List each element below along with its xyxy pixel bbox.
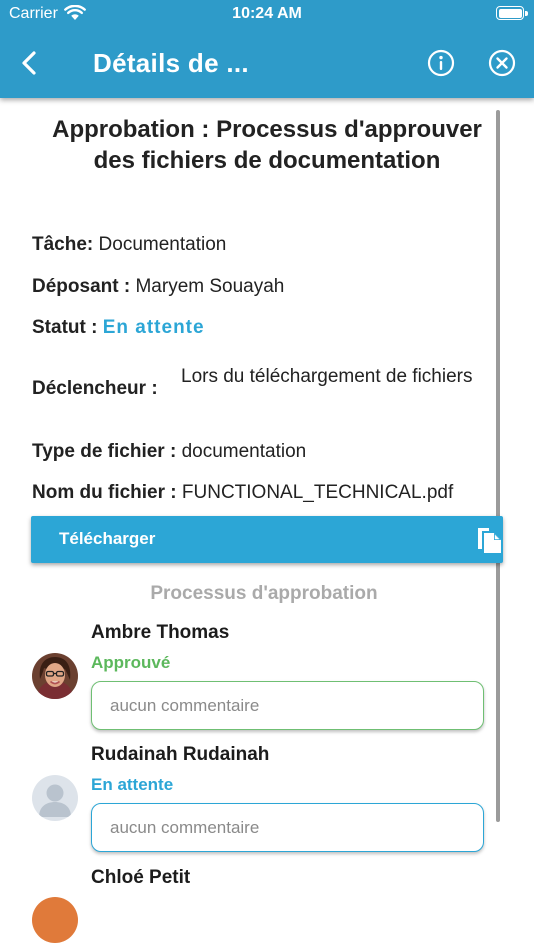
- page-title: Approbation : Processus d'approuver des …: [52, 116, 482, 174]
- status-label: Statut :: [32, 317, 98, 338]
- depositor-row: Déposant : Maryem Souayah: [32, 276, 284, 298]
- trigger-value: Lors du téléchargement de fichiers: [181, 366, 473, 387]
- avatar: [32, 653, 78, 699]
- avatar-photo-icon: [32, 897, 78, 943]
- avatar: [32, 897, 78, 943]
- approver-name: Ambre Thomas: [91, 622, 230, 643]
- close-circle-icon[interactable]: [488, 49, 516, 77]
- approver-name: Chloé Petit: [91, 867, 191, 888]
- comment-field[interactable]: aucun commentaire: [91, 681, 484, 730]
- filetype-value: documentation: [181, 441, 307, 462]
- back-chevron-icon[interactable]: [14, 48, 44, 78]
- task-row: Tâche: Documentation: [32, 234, 226, 256]
- trigger-label: Déclencheur :: [32, 378, 158, 399]
- task-value: Documentation: [98, 234, 227, 255]
- details-content[interactable]: Approbation : Processus d'approuver des …: [0, 98, 534, 950]
- nav-title: Détails de ...: [93, 48, 249, 78]
- task-label: Tâche:: [32, 234, 94, 255]
- filetype-label: Type de fichier :: [32, 441, 177, 462]
- filename-label: Nom du fichier :: [32, 482, 177, 503]
- approver-name: Rudainah Rudainah: [91, 744, 270, 765]
- process-title: Processus d'approbation: [150, 583, 378, 604]
- comment-field[interactable]: aucun commentaire: [91, 803, 484, 852]
- top-bar: Carrier 10:24 AM Détails de ...: [0, 0, 534, 98]
- avatar-photo-icon: [32, 653, 78, 699]
- filename-row: Nom du fichier : FUNCTIONAL_TECHNICAL.pd…: [32, 482, 453, 504]
- approver-status: En attente: [91, 775, 174, 794]
- filetype-row: Type de fichier : documentation: [32, 441, 306, 463]
- depositor-value: Maryem Souayah: [135, 276, 285, 297]
- info-icon[interactable]: [427, 49, 455, 77]
- download-button[interactable]: Télécharger: [31, 516, 503, 563]
- download-label: Télécharger: [59, 529, 156, 548]
- avatar: [32, 775, 78, 821]
- copy-document-icon: [478, 528, 501, 553]
- battery-icon: [496, 6, 528, 20]
- approver-status: Approuvé: [91, 653, 171, 672]
- depositor-label: Déposant :: [32, 276, 131, 297]
- clock: 10:24 AM: [232, 5, 302, 22]
- scrollbar[interactable]: [496, 110, 500, 822]
- filename-value: FUNCTIONAL_TECHNICAL.pdf: [181, 482, 454, 503]
- status-row: Statut : En attente: [32, 317, 205, 339]
- status-bar: Carrier 10:24 AM: [0, 0, 534, 28]
- status-value: En attente: [102, 317, 205, 338]
- user-placeholder-icon: [32, 775, 78, 821]
- nav-bar: Détails de ...: [0, 28, 534, 98]
